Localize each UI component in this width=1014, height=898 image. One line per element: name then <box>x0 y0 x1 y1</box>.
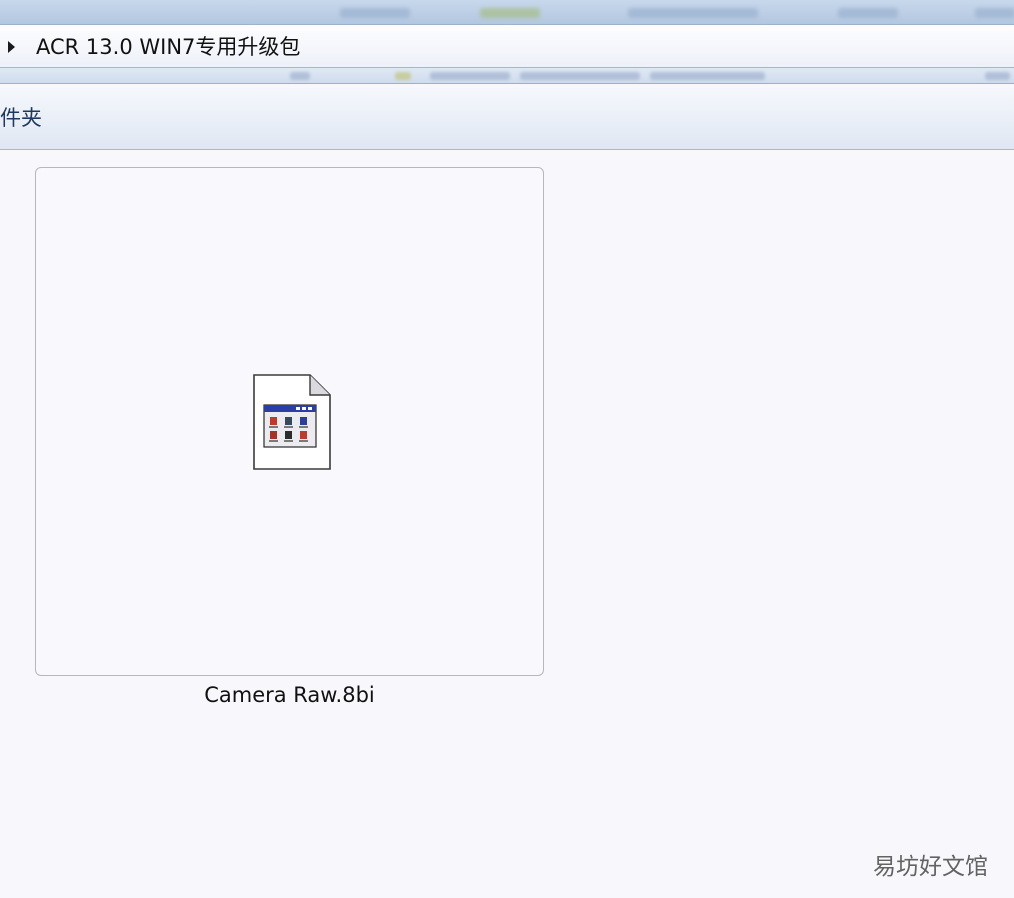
plugin-file-icon <box>253 374 331 470</box>
folder-title: 件夹 <box>0 106 42 130</box>
blurred-toolbar-item <box>430 72 510 80</box>
blurred-menu-item <box>975 8 1014 18</box>
folder-header: 件夹 <box>0 86 1014 150</box>
blurred-menu-item <box>340 8 410 18</box>
blurred-menu-item <box>480 8 540 18</box>
watermark: 易坊好文馆 <box>873 854 988 880</box>
window-title-strip <box>0 0 1014 24</box>
blurred-toolbar-item <box>395 72 411 80</box>
blurred-toolbar-item <box>650 72 765 80</box>
triangle-right-icon[interactable] <box>8 41 15 53</box>
toolbar-strip <box>0 68 1014 84</box>
address-bar[interactable]: ACR 13.0 WIN7专用升级包 <box>0 24 1014 68</box>
blurred-toolbar-item <box>290 72 310 80</box>
file-tile-selected[interactable] <box>35 167 544 676</box>
blurred-toolbar-item <box>520 72 640 80</box>
blurred-menu-item <box>628 8 758 18</box>
blurred-toolbar-item <box>985 72 1010 80</box>
blurred-menu-item <box>838 8 898 18</box>
breadcrumb-current-folder[interactable]: ACR 13.0 WIN7专用升级包 <box>36 33 300 61</box>
file-list-area[interactable]: Camera Raw.8bi <box>0 150 1014 898</box>
file-name-label[interactable]: Camera Raw.8bi <box>35 681 544 709</box>
